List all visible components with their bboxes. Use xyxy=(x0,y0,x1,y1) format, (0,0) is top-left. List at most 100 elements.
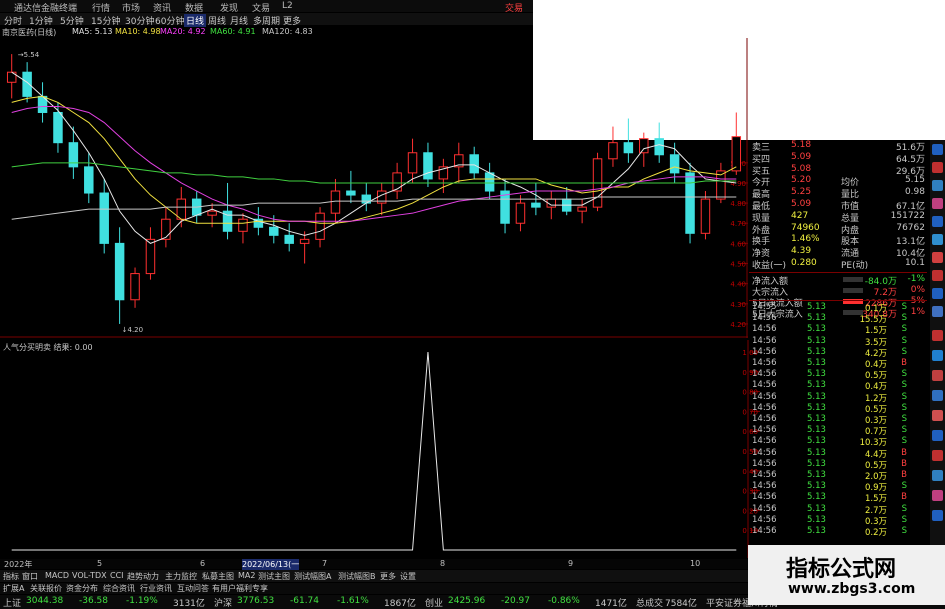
trade-price: 5.13 xyxy=(807,391,826,402)
quote-row: 今开 5.20 均价 5.15 xyxy=(749,175,927,188)
tab-trend-power[interactable]: 趋势动力 xyxy=(127,571,159,582)
sidebar-icon[interactable] xyxy=(932,180,943,191)
trade-price: 5.13 xyxy=(807,358,826,368)
trade-price: 5.13 xyxy=(807,335,826,346)
tab-cci[interactable]: CCI xyxy=(110,571,124,580)
date-axis: 2022年 5 6 2022/06/13(一 7 8 9 10 xyxy=(0,559,748,570)
candle-down xyxy=(99,192,109,244)
status-item: -20.97 xyxy=(501,596,531,606)
tab-settings[interactable]: 设置 xyxy=(400,571,416,582)
price-tick-label: 4.70 xyxy=(730,220,746,228)
trade-row: 14:56 5.13 1.2万 S xyxy=(749,391,927,404)
sidebar-icon[interactable] xyxy=(932,234,943,245)
quote-row: 收益(一) 0.280 PE(动) 10.1 xyxy=(749,258,927,271)
quote-row: 换手 1.46% 股本 13.1亿 xyxy=(749,234,927,247)
sidebar-icon[interactable] xyxy=(932,162,943,173)
candle-up xyxy=(238,218,248,232)
candle-up xyxy=(407,152,418,174)
trade-row: 14:56 5.13 0.4万 S xyxy=(749,380,927,393)
sidebar-icon[interactable] xyxy=(932,350,943,361)
tab-main-monitor[interactable]: 主力监控 xyxy=(165,571,197,582)
price-tick-label: 4.30 xyxy=(730,301,746,309)
trade-row: 14:56 5.13 0.5万 S xyxy=(749,369,927,381)
candle-down xyxy=(654,138,664,156)
ma-legend: 南京医药(日线) MA5: 5.13 MA10: 4.98 MA20: 4.92… xyxy=(0,26,533,38)
sidebar-icon[interactable] xyxy=(932,198,943,209)
sidebar-icon[interactable] xyxy=(932,370,943,381)
candle-down xyxy=(284,234,294,244)
menu-l2[interactable]: L2 xyxy=(282,1,293,11)
date-label: 7 xyxy=(322,559,328,568)
trade-side: S xyxy=(901,526,907,536)
tab-indicator[interactable]: 指标 xyxy=(3,571,19,582)
tab-macd[interactable]: MACD xyxy=(45,571,69,580)
candle-up xyxy=(145,238,156,275)
candle-up xyxy=(392,172,402,192)
candle-up xyxy=(608,142,618,160)
separator xyxy=(749,300,927,301)
tab-related-quotes[interactable]: 关联报价 xyxy=(30,583,62,594)
tab-test-sub-a[interactable]: 测试幅图A xyxy=(294,571,331,582)
trade-price: 5.13 xyxy=(807,346,826,357)
tab-window[interactable]: 窗口 xyxy=(22,571,38,582)
quote-value: 76762 xyxy=(896,222,925,233)
sidebar-icon[interactable] xyxy=(932,306,943,317)
tab-ma2[interactable]: MA2 xyxy=(238,571,255,580)
sidebar-icon[interactable] xyxy=(932,490,943,501)
candle-down xyxy=(84,166,94,194)
tab-fund-distribution[interactable]: 资金分布 xyxy=(66,583,98,594)
tab-more-indicators[interactable]: 更多 xyxy=(380,571,396,582)
tab-test-sub-b[interactable]: 测试幅图B xyxy=(338,571,376,582)
candle-up xyxy=(207,210,217,216)
price-tick-label: 4.40 xyxy=(730,281,746,289)
trade-price: 5.13 xyxy=(807,458,826,469)
sidebar-icon[interactable] xyxy=(932,390,943,401)
trade-volume: 1.5万 xyxy=(864,326,887,337)
tab-qa[interactable]: 互动问答 xyxy=(177,583,209,594)
trade-side: S xyxy=(901,324,907,335)
tab-extension-a[interactable]: 扩展A xyxy=(3,583,24,594)
indicator-chart[interactable]: 1.000.900.800.700.600.500.400.300.200.10 xyxy=(0,340,760,558)
sidebar-icon[interactable] xyxy=(932,330,943,341)
trade-time: 14:55 xyxy=(752,302,777,312)
trade-side: B xyxy=(901,458,907,469)
sidebar-icon[interactable] xyxy=(932,450,943,461)
sidebar-icon[interactable] xyxy=(932,410,943,421)
sidebar-icon[interactable] xyxy=(932,252,943,263)
quote-row: 最高 5.25 量比 0.98 xyxy=(749,187,927,200)
candle-down xyxy=(346,190,356,196)
quote-row: 净资 4.39 流通 10.4亿 xyxy=(749,246,927,259)
quote-value: 5.25 xyxy=(791,187,812,198)
tab-test-main[interactable]: 测试主图 xyxy=(258,571,290,582)
status-item: 1471亿 xyxy=(595,599,627,609)
sidebar-icon[interactable] xyxy=(932,216,943,227)
sidebar-icon[interactable] xyxy=(932,270,943,281)
candle-up xyxy=(176,198,187,220)
status-item: -1.61% xyxy=(337,596,369,606)
sidebar-icon[interactable] xyxy=(932,510,943,521)
trade-volume: 2.7万 xyxy=(864,505,887,516)
quote-value: 0.280 xyxy=(791,258,817,268)
sidebar-icon[interactable] xyxy=(932,288,943,299)
candle-down xyxy=(269,226,279,236)
tab-user-benefits[interactable]: 有用户福利专享 xyxy=(212,583,268,594)
trade-volume: 0.5万 xyxy=(864,460,887,471)
quote-value: 5.18 xyxy=(791,140,812,150)
trade-volume: 0.4万 xyxy=(864,382,887,393)
trade-side: B xyxy=(901,470,907,480)
trade-side: S xyxy=(901,514,907,525)
trade-time: 14:56 xyxy=(752,514,777,525)
sidebar-icon[interactable] xyxy=(932,430,943,441)
price-tick-label: 4.80 xyxy=(730,200,746,208)
tab-general-news[interactable]: 综合资讯 xyxy=(103,583,135,594)
candlestick-chart[interactable]: 5.004.904.804.704.604.504.404.304.20→5.5… xyxy=(0,38,748,338)
date-label: 9 xyxy=(568,559,574,568)
tab-private-main[interactable]: 私募主图 xyxy=(202,571,234,582)
date-label: 5 xyxy=(97,559,103,568)
tab-vol-tdx[interactable]: VOL-TDX xyxy=(72,571,107,580)
sidebar-icon[interactable] xyxy=(932,144,943,155)
tab-industry-news[interactable]: 行业资讯 xyxy=(140,583,172,594)
sidebar-icon[interactable] xyxy=(932,470,943,481)
quote-value: 0.98 xyxy=(904,187,925,198)
trade-time: 14:56 xyxy=(752,358,777,368)
